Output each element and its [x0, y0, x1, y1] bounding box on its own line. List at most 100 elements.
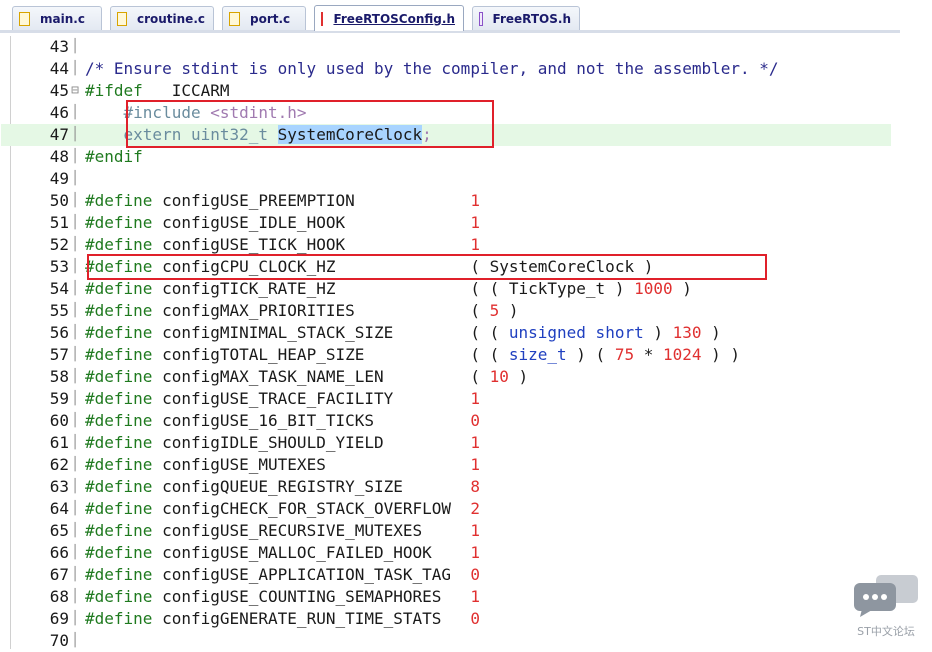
code-text: #define configUSE_TICK_HOOK 1 [85, 235, 480, 254]
file-icon [19, 11, 30, 26]
code-line[interactable]: 63 │ #define configQUEUE_REGISTRY_SIZE 8 [1, 476, 891, 498]
code-line[interactable]: 57 │ #define configTOTAL_HEAP_SIZE ( ( siz… [1, 344, 891, 366]
code-text: #define configUSE_IDLE_HOOK 1 [85, 213, 480, 232]
code-line[interactable]: 62 │ #define configUSE_MUTEXES 1 [1, 454, 891, 476]
line-number: 50 [49, 191, 69, 210]
fold-guide: │ [71, 325, 79, 340]
line-number: 64 [49, 499, 69, 518]
line-number: 48 [49, 147, 69, 166]
code-line[interactable]: 54 │ #define configTICK_RATE_HZ ( ( TickTy… [1, 278, 891, 300]
fold-guide: │ [71, 215, 79, 230]
tab-main-c[interactable]: main.c [12, 6, 102, 30]
code-line[interactable]: 46 │ #include <stdint.h> [1, 102, 891, 124]
code-line[interactable]: 43 │ [1, 36, 891, 58]
code-line[interactable]: 56 │ #define configMINIMAL_STACK_SIZE ( ( … [1, 322, 891, 344]
code-line[interactable]: 68 │ #define configUSE_COUNTING_SEMAPHORES… [1, 586, 891, 608]
code-line[interactable]: 59 │ #define configUSE_TRACE_FACILITY 1 [1, 388, 891, 410]
tab-label: FreeRTOS.h [492, 11, 571, 26]
fold-guide: │ [71, 545, 79, 560]
file-icon [479, 11, 483, 26]
code-text: #define configUSE_PREEMPTION 1 [85, 191, 480, 210]
code-line[interactable]: 50 │ #define configUSE_PREEMPTION 1 [1, 190, 891, 212]
line-number: 44 [49, 59, 69, 78]
code-text: #define configMAX_TASK_NAME_LEN ( 10 ) [85, 367, 529, 386]
fold-guide: │ [71, 149, 79, 164]
code-line[interactable]: 49 │ [1, 168, 891, 190]
fold-guide: │ [71, 39, 79, 54]
fold-guide: │ [71, 457, 79, 472]
code-text: extern uint32_t SystemCoreClock; [123, 125, 432, 144]
code-text: #define configTOTAL_HEAP_SIZE ( ( size_t… [85, 345, 741, 364]
line-number: 58 [49, 367, 69, 386]
code-text: #define configIDLE_SHOULD_YIELD 1 [85, 433, 480, 452]
fold-guide: │ [71, 281, 79, 296]
fold-guide: │ [71, 105, 79, 120]
chat-bubble-icon [854, 575, 918, 617]
tab-freertos-h[interactable]: FreeRTOS.h [472, 6, 580, 30]
code-line[interactable]: 47 │ extern uint32_t SystemCoreClock; [1, 124, 891, 146]
code-line[interactable]: 55 │ #define configMAX_PRIORITIES ( 5 ) [1, 300, 891, 322]
line-number: 55 [49, 301, 69, 320]
code-line[interactable]: 67 │ #define configUSE_APPLICATION_TASK_TA… [1, 564, 891, 586]
forum-watermark: ST中文论坛 [846, 565, 926, 645]
line-number: 45 [49, 81, 69, 100]
line-number: 57 [49, 345, 69, 364]
code-line[interactable]: 66 │ #define configUSE_MALLOC_FAILED_HOOK … [1, 542, 891, 564]
tab-label: port.c [250, 11, 291, 26]
file-icon [321, 11, 324, 26]
code-text: #ifdef ICCARM [85, 81, 230, 100]
code-text: /* Ensure stdint is only used by the com… [85, 59, 779, 78]
code-line[interactable]: 52 │ #define configUSE_TICK_HOOK 1 [1, 234, 891, 256]
code-text: #define configCHECK_FOR_STACK_OVERFLOW 2 [85, 499, 480, 518]
fold-guide: │ [71, 435, 79, 450]
line-number: 68 [49, 587, 69, 606]
file-icon [229, 11, 240, 26]
code-line[interactable]: 48 │ #endif [1, 146, 891, 168]
code-text: #define configUSE_MALLOC_FAILED_HOOK 1 [85, 543, 480, 562]
fold-guide: │ [71, 237, 79, 252]
tab-freertosconfig-h[interactable]: FreeRTOSConfig.h [314, 5, 464, 31]
code-text: #define configTICK_RATE_HZ ( ( TickType_… [85, 279, 692, 298]
code-line[interactable]: 53 │ #define configCPU_CLOCK_HZ ( SystemCo… [1, 256, 891, 278]
fold-guide: │ [71, 589, 79, 604]
line-number: 61 [49, 433, 69, 452]
line-number: 51 [49, 213, 69, 232]
fold-guide: │ [71, 171, 79, 186]
code-text: #define configUSE_TRACE_FACILITY 1 [85, 389, 480, 408]
tab-port-c[interactable]: port.c [222, 6, 306, 30]
line-number: 54 [49, 279, 69, 298]
tab-croutine-c[interactable]: croutine.c [110, 6, 214, 30]
code-line[interactable]: 51 │ #define configUSE_IDLE_HOOK 1 [1, 212, 891, 234]
code-line[interactable]: 60 │ #define configUSE_16_BIT_TICKS 0 [1, 410, 891, 432]
line-number: 46 [49, 103, 69, 122]
code-text: #define configGENERATE_RUN_TIME_STATS 0 [85, 609, 480, 628]
code-text: #define configQUEUE_REGISTRY_SIZE 8 [85, 477, 480, 496]
line-number: 43 [49, 37, 69, 56]
tab-label: main.c [40, 11, 85, 26]
code-line[interactable]: 65 │ #define configUSE_RECURSIVE_MUTEXES 1 [1, 520, 891, 542]
code-line[interactable]: 69 │ #define configGENERATE_RUN_TIME_STATS… [1, 608, 891, 630]
fold-guide: │ [71, 193, 79, 208]
fold-guide: │ [71, 523, 79, 538]
tab-label: croutine.c [136, 11, 205, 26]
code-text: #define configUSE_COUNTING_SEMAPHORES 1 [85, 587, 480, 606]
code-text: #define configMAX_PRIORITIES ( 5 ) [85, 301, 519, 320]
code-line[interactable]: 58 │ #define configMAX_TASK_NAME_LEN ( 10 … [1, 366, 891, 388]
code-editor[interactable]: 43 │ 44 │/* Ensure stdint is only used by t… [1, 36, 901, 650]
editor-tab-bar: main.c croutine.c port.c FreeRTOSConfig.h Fr… [0, 0, 932, 33]
code-text: #include <stdint.h> [123, 103, 307, 122]
line-number: 59 [49, 389, 69, 408]
code-line[interactable]: 64 │ #define configCHECK_FOR_STACK_OVERFLO… [1, 498, 891, 520]
fold-guide: │ [71, 61, 79, 76]
fold-guide: │ [71, 259, 79, 274]
code-line[interactable]: 61 │ #define configIDLE_SHOULD_YIELD 1 [1, 432, 891, 454]
line-number: 56 [49, 323, 69, 342]
code-text: #define configUSE_MUTEXES 1 [85, 455, 480, 474]
line-number: 69 [49, 609, 69, 628]
code-line[interactable]: 45 ⊟ #ifdef ICCARM [1, 80, 891, 102]
line-number: 66 [49, 543, 69, 562]
code-line[interactable]: 44 │ /* Ensure stdint is only used by the … [1, 58, 891, 80]
fold-guide: │ [71, 369, 79, 384]
fold-toggle-icon[interactable]: ⊟ [69, 80, 81, 102]
fold-guide: │ [71, 391, 79, 406]
